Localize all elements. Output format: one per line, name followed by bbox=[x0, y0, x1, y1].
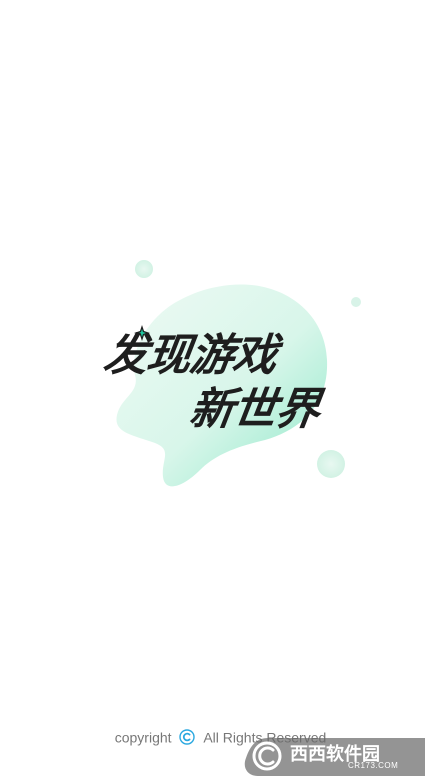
slogan-line-1: 发现游戏 bbox=[100, 330, 280, 381]
copyright-c-icon bbox=[179, 729, 196, 745]
splash-screen: { "splash": { "slogan_line1": "发现游戏", "s… bbox=[0, 0, 441, 784]
float-dot-bottom bbox=[317, 450, 345, 478]
float-dot-small bbox=[351, 297, 361, 307]
copyright-prefix: copyright bbox=[114, 729, 172, 746]
slogan-line-2: 新世界 bbox=[186, 384, 323, 435]
float-dot-large bbox=[135, 260, 153, 278]
watermark-domain: CR173.COM bbox=[348, 761, 399, 770]
